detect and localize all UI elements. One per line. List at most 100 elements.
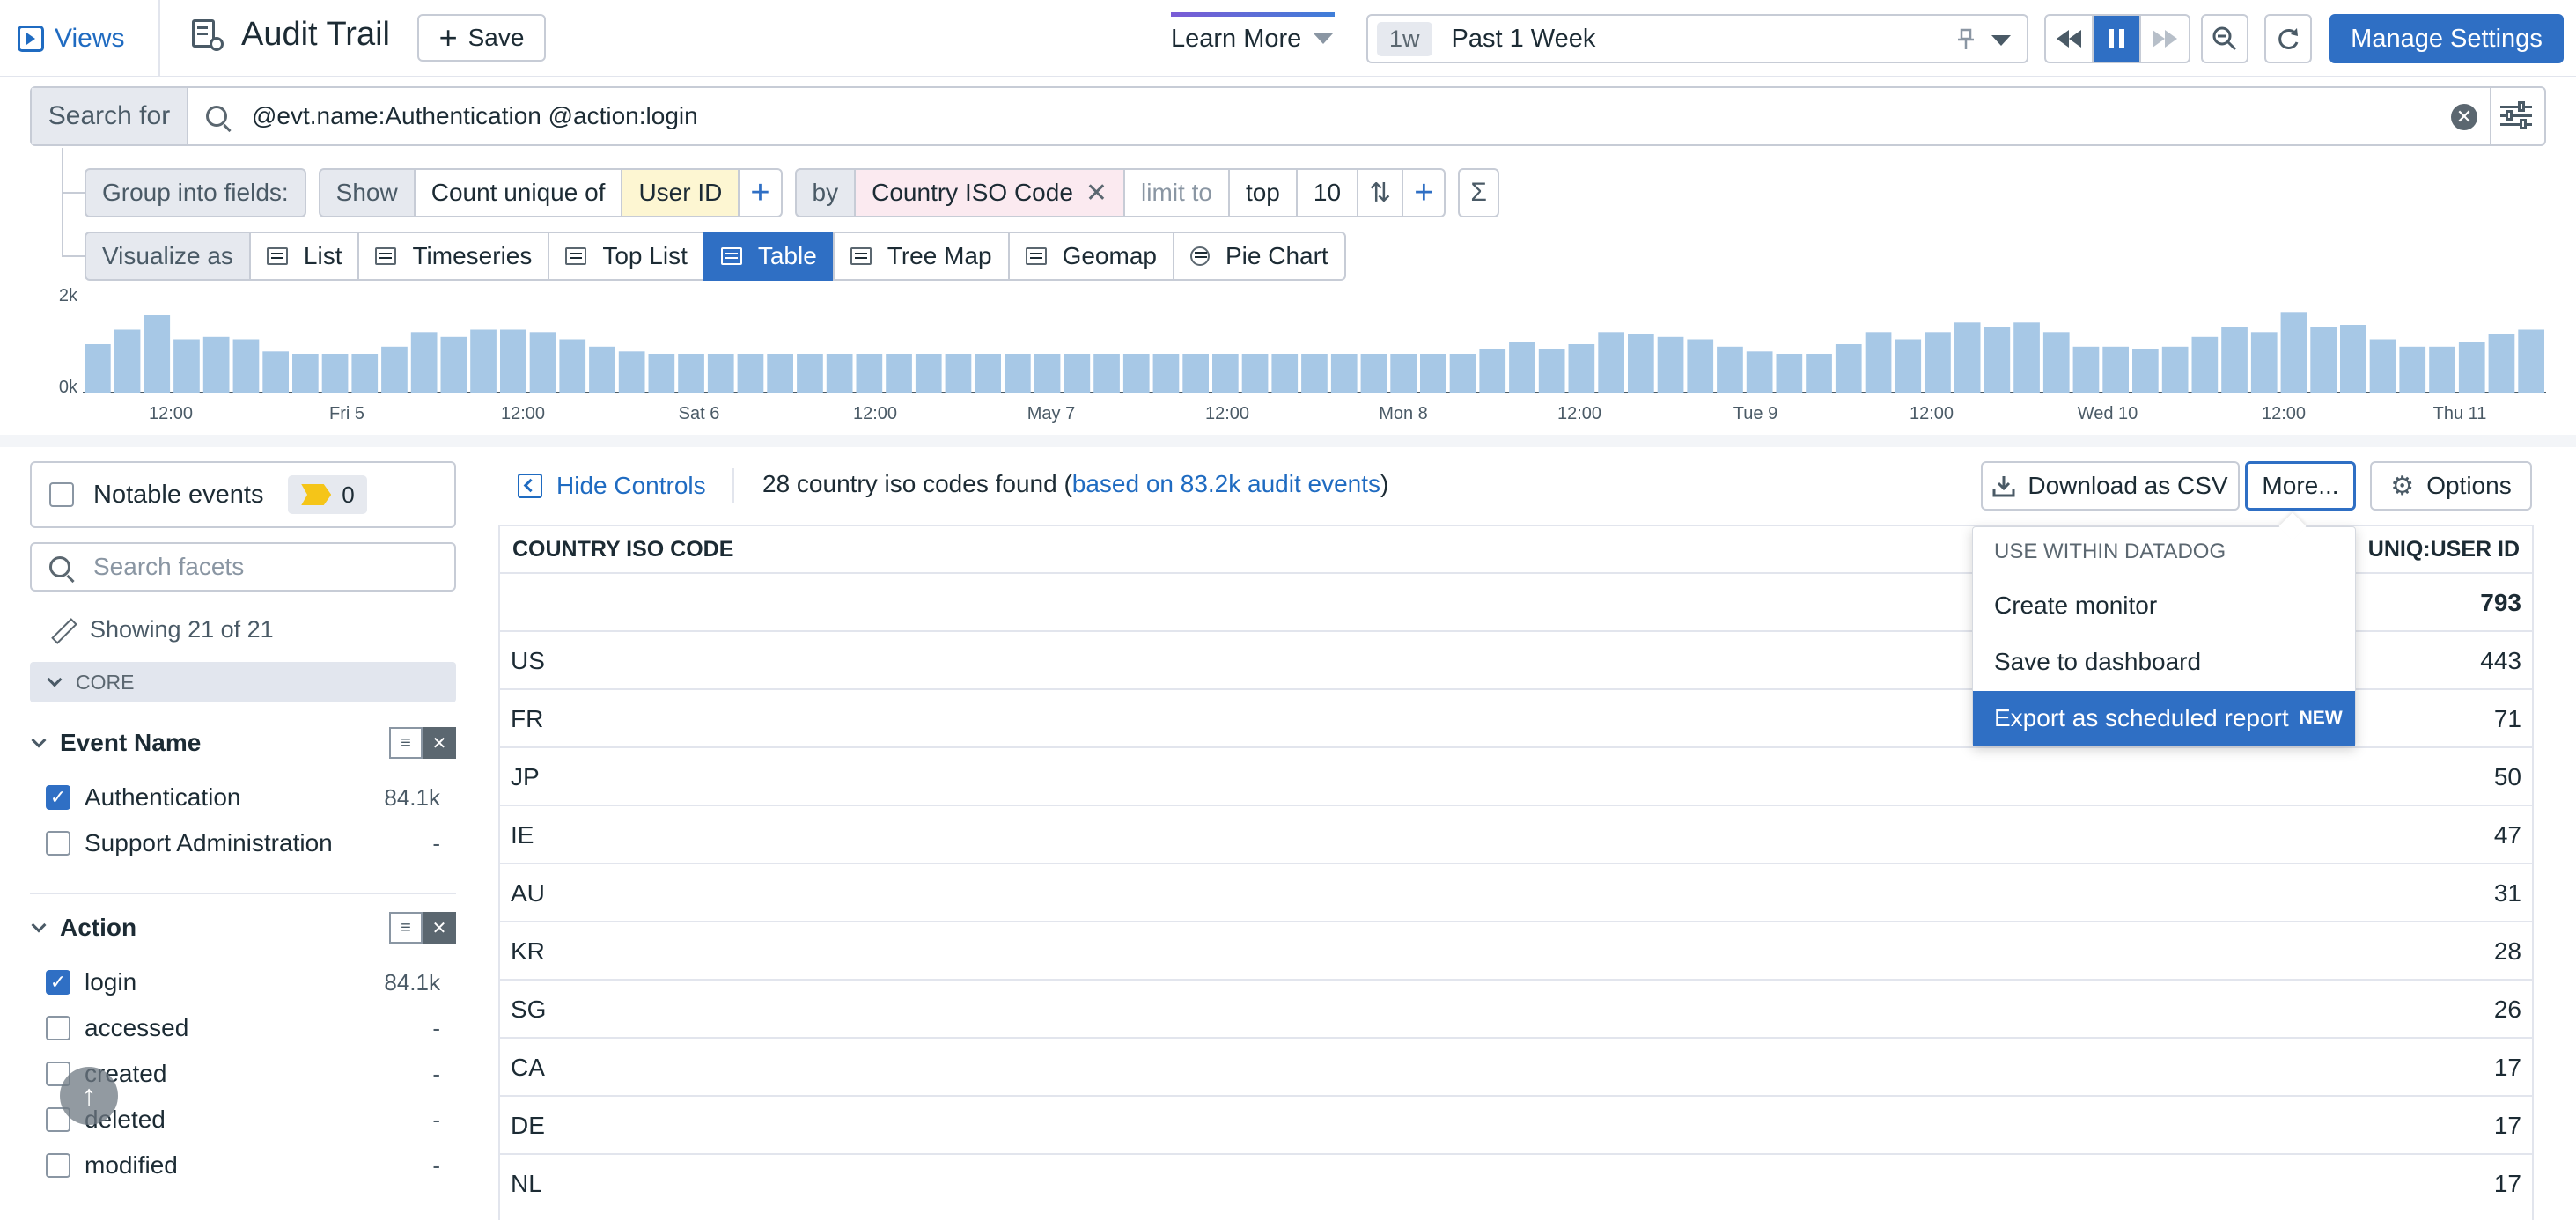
histogram-bar[interactable]	[1509, 342, 1535, 393]
formula-icon[interactable]: Σ	[1458, 168, 1499, 217]
histogram-bar[interactable]	[1657, 336, 1684, 393]
histogram-bar[interactable]	[915, 354, 942, 393]
time-range-shortcut[interactable]: 1w	[1377, 21, 1432, 56]
limit-order[interactable]: top	[1227, 168, 1298, 217]
filter-icon[interactable]: ≡	[389, 912, 423, 944]
histogram-bar[interactable]	[2161, 346, 2189, 393]
histogram-bar[interactable]	[1479, 349, 1506, 393]
table-row[interactable]: CA 17	[500, 1039, 2532, 1097]
histogram-bar[interactable]	[1152, 354, 1180, 393]
histogram-bar[interactable]	[826, 354, 853, 393]
viz-pie-chart[interactable]: Pie Chart	[1172, 232, 1346, 281]
menu-item-create-monitor[interactable]: Create monitor	[1973, 578, 2355, 633]
histogram-bar[interactable]	[797, 354, 823, 393]
histogram-bar[interactable]	[1449, 354, 1476, 393]
search-query-input[interactable]: @evt.name:Authentication @action:login	[252, 102, 698, 130]
notable-events-checkbox[interactable]	[49, 482, 74, 507]
facet-checkbox[interactable]: ✓	[46, 785, 70, 810]
menu-item-export-scheduled-report[interactable]: Export as scheduled report NEW	[1973, 691, 2355, 746]
histogram-bar[interactable]	[85, 344, 111, 393]
histogram-bar[interactable]	[202, 336, 230, 393]
facet-value[interactable]: Support Administration -	[46, 826, 440, 861]
histogram-bar[interactable]	[2488, 334, 2515, 393]
filter-icon[interactable]: ≡	[389, 727, 423, 759]
histogram-bar[interactable]	[1806, 354, 1832, 393]
histogram-bar[interactable]	[173, 339, 200, 393]
pause-icon[interactable]	[2094, 16, 2141, 62]
histogram-bar[interactable]	[1895, 339, 1922, 393]
histogram-bar[interactable]	[1122, 354, 1150, 393]
histogram-bar[interactable]	[144, 315, 171, 393]
histogram-bar[interactable]	[381, 346, 408, 393]
histogram-bar[interactable]	[440, 336, 467, 393]
histogram-bar[interactable]	[1005, 354, 1031, 393]
facet-value[interactable]: ✓ Authentication 84.1k	[46, 780, 440, 815]
histogram-bar[interactable]	[856, 354, 883, 393]
facet-checkbox[interactable]	[46, 1153, 70, 1178]
histogram-bar[interactable]	[707, 354, 734, 393]
histogram-bar[interactable]	[1538, 349, 1565, 393]
histogram-bar[interactable]	[2191, 336, 2219, 393]
histogram-bar[interactable]	[2250, 332, 2278, 393]
add-group-button[interactable]: +	[1402, 168, 1446, 217]
histogram-bar[interactable]	[232, 339, 260, 393]
histogram-bar[interactable]	[351, 354, 379, 393]
histogram-bar[interactable]	[1835, 344, 1862, 393]
remove-icon[interactable]: ✕	[1086, 178, 1108, 209]
facet-value[interactable]: accessed -	[46, 1011, 440, 1046]
histogram-bar[interactable]	[2280, 312, 2307, 393]
table-row[interactable]: SG 26	[500, 981, 2532, 1039]
histogram-bar[interactable]	[1776, 354, 1803, 393]
histogram-bar[interactable]	[1241, 354, 1269, 393]
rewind-icon[interactable]	[2046, 16, 2094, 62]
histogram-bar[interactable]	[1420, 354, 1446, 393]
histogram-bar[interactable]	[2221, 327, 2248, 393]
histogram-bar[interactable]	[292, 354, 319, 393]
notable-events-toggle[interactable]: Notable events 0	[30, 461, 456, 528]
histogram-bar[interactable]	[1954, 322, 1981, 393]
histogram-bar[interactable]	[1628, 334, 1654, 393]
histogram-bar[interactable]	[1093, 354, 1120, 393]
histogram-bar[interactable]	[1687, 339, 1714, 393]
table-row[interactable]: KR 28	[500, 922, 2532, 981]
histogram-bar[interactable]	[2072, 346, 2100, 393]
histogram-bar[interactable]	[1865, 332, 1892, 393]
hide-controls-button[interactable]: Hide Controls	[518, 467, 706, 505]
histogram-bar[interactable]	[410, 332, 438, 393]
histogram-bar[interactable]	[767, 354, 793, 393]
histogram-bar[interactable]	[1746, 351, 1773, 393]
histogram-bar[interactable]	[529, 332, 556, 393]
learn-more-dropdown[interactable]: Learn More	[1171, 12, 1335, 65]
facet-checkbox[interactable]	[46, 831, 70, 856]
facet-action[interactable]: Action ≡ ✕	[30, 908, 456, 947]
histogram-bar[interactable]	[1301, 354, 1328, 393]
refresh-icon[interactable]	[2264, 14, 2312, 63]
viz-tree-map[interactable]: Tree Map	[832, 232, 1010, 281]
histogram-bar[interactable]	[1212, 354, 1239, 393]
time-range-picker[interactable]: 1w Past 1 Week	[1366, 14, 2028, 63]
histogram-bar[interactable]	[559, 339, 586, 393]
close-icon[interactable]: ✕	[423, 727, 456, 759]
options-button[interactable]: ⚙ Options	[2370, 461, 2532, 511]
histogram-bar[interactable]	[1984, 327, 2011, 393]
histogram-bar[interactable]	[678, 354, 704, 393]
histogram-bar[interactable]	[886, 354, 912, 393]
histogram-bar[interactable]	[114, 329, 141, 393]
facet-event-name[interactable]: Event Name ≡ ✕	[30, 724, 456, 762]
measure-aggregation[interactable]: Count unique of	[413, 168, 623, 217]
histogram-bar[interactable]	[1717, 346, 1743, 393]
histogram-bar[interactable]	[2340, 325, 2366, 393]
table-row[interactable]: DE 17	[500, 1097, 2532, 1155]
histogram-bar[interactable]	[2102, 346, 2129, 393]
fast-forward-icon[interactable]	[2141, 16, 2189, 62]
add-measure-button[interactable]: +	[738, 168, 783, 217]
viz-top-list[interactable]: Top List	[548, 232, 705, 281]
facet-value[interactable]: ✓ login 84.1k	[46, 965, 440, 1000]
histogram-bar[interactable]	[589, 346, 615, 393]
clear-icon[interactable]: ✕	[2451, 104, 2477, 130]
close-icon[interactable]: ✕	[423, 912, 456, 944]
viz-geomap[interactable]: Geomap	[1007, 232, 1174, 281]
table-row[interactable]: AU 31	[500, 864, 2532, 922]
histogram-bar[interactable]	[470, 329, 497, 393]
histogram-bar[interactable]	[1271, 354, 1299, 393]
